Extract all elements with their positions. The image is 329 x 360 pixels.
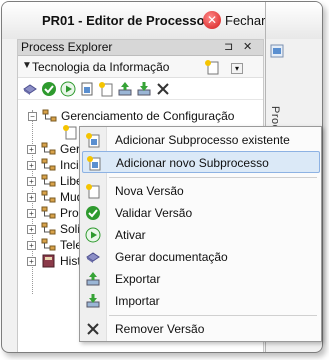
expand-icon: + bbox=[27, 161, 36, 170]
menu-item-import[interactable]: Importar bbox=[82, 290, 320, 312]
collapse-icon: − bbox=[28, 112, 37, 121]
export-icon bbox=[85, 271, 101, 287]
folder-tree-icon bbox=[41, 158, 57, 172]
menu-item-label: Nova Versão bbox=[115, 184, 184, 198]
tree-item-label: Inci bbox=[60, 158, 79, 172]
activate-play-icon bbox=[85, 227, 101, 243]
tree-item-label: Hist bbox=[60, 254, 81, 268]
folder-tree-icon bbox=[41, 190, 57, 204]
expand-icon: + bbox=[27, 257, 36, 266]
add-existing-subprocess-icon bbox=[85, 132, 101, 148]
tree-item-label: Soli bbox=[60, 222, 81, 236]
expand-icon: + bbox=[27, 193, 36, 202]
folder-tree-icon bbox=[41, 174, 57, 188]
menu-separator bbox=[109, 177, 317, 178]
validate-check-icon bbox=[85, 205, 101, 221]
menu-item-label: Gerar documentação bbox=[115, 250, 228, 264]
dock-tab-icon bbox=[270, 44, 284, 58]
expand-icon: + bbox=[27, 241, 36, 250]
panel-header: Process Explorer ⊐ ✕ bbox=[18, 40, 263, 56]
close-icon: ✕ bbox=[203, 11, 221, 29]
add-subprocess-icon[interactable] bbox=[79, 81, 95, 97]
combo-value: Tecnologia da Informação bbox=[32, 60, 170, 74]
process-category-select[interactable]: ▼ Tecnologia da Informação ▾ bbox=[18, 56, 263, 78]
new-version-icon bbox=[62, 124, 78, 140]
close-label: Fechar bbox=[225, 12, 266, 28]
generate-docs-icon[interactable] bbox=[22, 81, 38, 97]
menu-item-label: Validar Versão bbox=[115, 206, 193, 220]
export-icon[interactable] bbox=[117, 81, 133, 97]
menu-item-generate-docs[interactable]: Gerar documentação bbox=[82, 246, 320, 268]
context-menu: Adicionar Subprocesso existente Adiciona… bbox=[79, 126, 322, 342]
panel-close-icon[interactable]: ✕ bbox=[243, 40, 252, 55]
menu-item-label: Ativar bbox=[115, 228, 146, 242]
explorer-toolbar bbox=[18, 78, 263, 100]
window-title: PR01 - Editor de Processos bbox=[42, 13, 212, 28]
generate-docs-icon bbox=[85, 249, 101, 265]
menu-item-label: Adicionar novo Subprocesso bbox=[116, 156, 269, 170]
remove-x-icon[interactable] bbox=[155, 81, 171, 97]
folder-tree-icon bbox=[42, 109, 58, 123]
menu-item-label: Remover Versão bbox=[115, 322, 205, 336]
history-book-icon bbox=[41, 254, 57, 268]
panel-title: Process Explorer bbox=[21, 40, 113, 54]
tree-item-label: Ger bbox=[60, 142, 81, 156]
tree-guide bbox=[32, 110, 33, 294]
tree-root-label: Gerenciamento de Configuração bbox=[61, 109, 235, 123]
menu-item-new-version[interactable]: Nova Versão bbox=[82, 180, 320, 202]
menu-item-validate-version[interactable]: Validar Versão bbox=[82, 202, 320, 224]
validate-check-icon[interactable] bbox=[41, 81, 57, 97]
menu-item-label: Importar bbox=[115, 294, 160, 308]
menu-item-add-new-subprocess[interactable]: Adicionar novo Subprocesso bbox=[82, 151, 320, 173]
menu-item-label: Exportar bbox=[115, 272, 161, 286]
import-icon bbox=[85, 293, 101, 309]
dropdown-arrow-icon: ▼ bbox=[22, 60, 32, 71]
folder-tree-icon bbox=[41, 222, 57, 236]
expand-icon: + bbox=[27, 177, 36, 186]
folder-tree-icon bbox=[41, 142, 57, 156]
pin-icon[interactable]: ⊐ bbox=[224, 40, 233, 55]
folder-tree-icon bbox=[41, 238, 57, 252]
remove-x-icon bbox=[85, 321, 101, 337]
expand-icon: + bbox=[27, 209, 36, 218]
new-version-icon[interactable] bbox=[98, 81, 114, 97]
menu-item-remove-version[interactable]: Remover Versão bbox=[82, 318, 320, 340]
menu-item-activate[interactable]: Ativar bbox=[82, 224, 320, 246]
menu-item-add-existing-subprocess[interactable]: Adicionar Subprocesso existente bbox=[82, 129, 320, 151]
activate-play-icon[interactable] bbox=[60, 81, 76, 97]
menu-item-label: Adicionar Subprocesso existente bbox=[115, 133, 290, 147]
menu-item-export[interactable]: Exportar bbox=[82, 268, 320, 290]
expand-icon: + bbox=[27, 145, 36, 154]
import-icon[interactable] bbox=[136, 81, 152, 97]
overflow-chevron-icon[interactable]: ▾ bbox=[231, 63, 243, 74]
close-button[interactable]: ✕ Fechar bbox=[203, 11, 265, 29]
new-version-icon bbox=[85, 183, 101, 199]
folder-tree-icon bbox=[41, 206, 57, 220]
add-new-subprocess-icon bbox=[86, 155, 102, 171]
title-bar: PR01 - Editor de Processos ✕ Fechar bbox=[2, 2, 322, 39]
menu-separator bbox=[109, 315, 317, 316]
new-item-icon[interactable] bbox=[204, 59, 220, 75]
expand-icon: + bbox=[27, 225, 36, 234]
